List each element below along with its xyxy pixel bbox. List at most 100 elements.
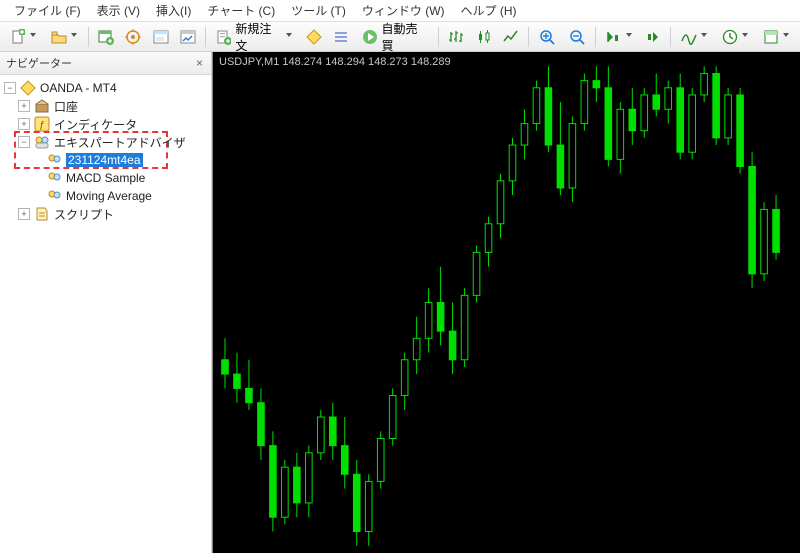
chart-window[interactable]: USDJPY,M1 148.274 148.294 148.273 148.28…: [212, 52, 800, 553]
chevron-down-icon: [30, 33, 37, 40]
play-green-icon: [362, 29, 378, 45]
terminal-button[interactable]: [148, 25, 173, 49]
line-chart-icon: [503, 29, 519, 45]
indicator-icon: [681, 29, 697, 45]
scroll-end-icon: [606, 29, 622, 45]
templates-button[interactable]: [757, 25, 796, 49]
candlestick-chart: [213, 52, 800, 553]
app-icon: [20, 80, 36, 96]
chevron-down-icon: [783, 33, 790, 40]
chevron-down-icon: [71, 33, 78, 40]
line-chart-button[interactable]: [498, 25, 523, 49]
template-icon: [763, 29, 779, 45]
workspace: ナビゲーター × − OANDA - MT4 + 口座 + ƒ インディケータ: [0, 52, 800, 553]
chevron-down-icon: [742, 33, 749, 40]
chart-title: USDJPY,M1 148.274 148.294 148.273 148.28…: [219, 56, 451, 68]
tree-scripts[interactable]: + スクリプト: [2, 205, 209, 223]
order-plus-icon: [216, 29, 232, 45]
expert-icon: [46, 152, 62, 168]
metaeditor-button[interactable]: [301, 25, 326, 49]
indicators-icon: ƒ: [34, 116, 50, 132]
menu-window[interactable]: ウィンドウ (W): [354, 0, 453, 21]
navigator-tree: − OANDA - MT4 + 口座 + ƒ インディケータ − エキスパートア…: [0, 75, 211, 227]
expert-icon: [46, 188, 62, 204]
expand-icon[interactable]: +: [18, 118, 30, 130]
auto-trade-button[interactable]: 自動売買: [356, 25, 435, 49]
tree-expert-item-2[interactable]: Moving Average: [2, 187, 209, 205]
expert-folder-icon: [34, 134, 50, 150]
profiles-button[interactable]: [45, 25, 84, 49]
bar-chart-button[interactable]: [443, 25, 468, 49]
tree-experts-label: エキスパートアドバイザ: [54, 134, 186, 151]
tree-scripts-label: スクリプト: [54, 206, 114, 223]
tree-expert-item-1[interactable]: MACD Sample: [2, 169, 209, 187]
menu-view[interactable]: 表示 (V): [89, 0, 148, 21]
collapse-icon[interactable]: −: [4, 82, 16, 94]
bar-chart-icon: [448, 29, 464, 45]
document-plus-icon: [10, 29, 26, 45]
tree-root-label: OANDA - MT4: [40, 81, 117, 95]
tree-accounts[interactable]: + 口座: [2, 97, 209, 115]
toolbar: 新規注文 自動売買: [0, 22, 800, 52]
tree-indicators[interactable]: + ƒ インディケータ: [2, 115, 209, 133]
chart-window-icon: [180, 29, 196, 45]
zoom-in-button[interactable]: [533, 25, 561, 49]
tree-accounts-label: 口座: [54, 98, 78, 115]
zoom-in-icon: [539, 29, 555, 45]
tree-expert-item-0[interactable]: 231124mt4ea: [2, 151, 209, 169]
menu-chart[interactable]: チャート (C): [199, 0, 283, 21]
expert-icon: [46, 170, 62, 186]
menu-file[interactable]: ファイル (F): [6, 0, 89, 21]
toolbar-separator: [205, 27, 206, 47]
chevron-down-icon: [701, 33, 708, 40]
expand-icon[interactable]: +: [18, 208, 30, 220]
tree-indicators-label: インディケータ: [54, 116, 137, 133]
tree-experts[interactable]: − エキスパートアドバイザ: [2, 133, 209, 151]
new-chart-button[interactable]: [4, 25, 43, 49]
folder-icon: [51, 29, 67, 45]
tree-expert-item-1-label: MACD Sample: [66, 171, 145, 185]
auto-trade-label: 自動売買: [382, 20, 429, 54]
window-plus-icon: [98, 29, 114, 45]
menu-help[interactable]: ヘルプ (H): [453, 0, 525, 21]
navigator-button[interactable]: [120, 25, 145, 49]
tree-root[interactable]: − OANDA - MT4: [2, 79, 209, 97]
chevron-down-icon: [626, 33, 633, 40]
list-icon: [333, 29, 349, 45]
tree-expert-item-2-label: Moving Average: [66, 189, 152, 203]
new-order-button[interactable]: 新規注文: [210, 25, 299, 49]
candle-chart-button[interactable]: [471, 25, 496, 49]
candlestick-icon: [476, 29, 492, 45]
tree-expert-item-0-label: 231124mt4ea: [66, 153, 143, 167]
indicators-button[interactable]: [675, 25, 714, 49]
collapse-icon[interactable]: −: [18, 136, 30, 148]
shift-icon: [645, 29, 661, 45]
zoom-out-button[interactable]: [563, 25, 591, 49]
expand-icon[interactable]: +: [18, 100, 30, 112]
periods-button[interactable]: [716, 25, 755, 49]
toolbar-separator: [528, 27, 529, 47]
chart-shift-button[interactable]: [641, 25, 666, 49]
navigator-panel: ナビゲーター × − OANDA - MT4 + 口座 + ƒ インディケータ: [0, 52, 212, 553]
menu-insert[interactable]: 挿入(I): [148, 0, 199, 21]
tester-button[interactable]: [175, 25, 200, 49]
target-icon: [125, 29, 141, 45]
close-icon[interactable]: ×: [192, 56, 207, 70]
accounts-icon: [34, 98, 50, 114]
terminal-window-icon: [153, 29, 169, 45]
toolbar-separator: [438, 27, 439, 47]
toolbar-separator: [595, 27, 596, 47]
menu-tools[interactable]: ツール (T): [283, 0, 354, 21]
auto-scroll-button[interactable]: [600, 25, 639, 49]
scripts-icon: [34, 206, 50, 222]
navigator-title: ナビゲーター: [6, 55, 72, 71]
market-watch-button[interactable]: [93, 25, 118, 49]
options-button[interactable]: [328, 25, 353, 49]
zoom-out-icon: [569, 29, 585, 45]
navigator-header: ナビゲーター ×: [0, 52, 211, 75]
svg-text:ƒ: ƒ: [39, 120, 45, 131]
chevron-down-icon: [286, 33, 293, 40]
clock-icon: [722, 29, 738, 45]
diamond-icon: [306, 29, 322, 45]
toolbar-separator: [88, 27, 89, 47]
